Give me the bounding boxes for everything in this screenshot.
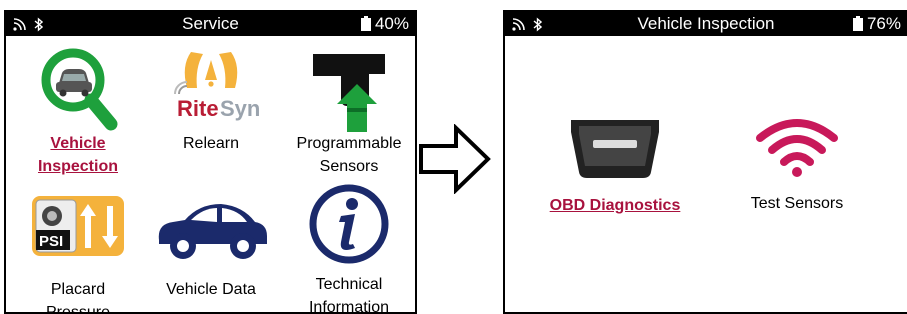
tile-label: OBD Diagnostics [549, 197, 681, 214]
svg-text:Rite: Rite [177, 96, 219, 121]
tile-relearn[interactable]: Rite Sync Relearn [146, 46, 276, 155]
psi-text: PSI [39, 233, 63, 250]
tile-programmable-sensors[interactable]: Programmable Sensors [282, 46, 415, 178]
tile-label: Relearn [182, 135, 240, 152]
ritesync-logo-icon: Rite Sync [174, 52, 261, 121]
obd-connector-icon [571, 120, 659, 178]
vehicle-inspection-screen: Vehicle Inspection 76% OBD Diagnostics T… [503, 10, 907, 314]
tile-technical-information[interactable]: Technical Information [282, 184, 415, 314]
car-icon [158, 204, 267, 259]
tile-label: Vehicle Inspection [37, 135, 118, 175]
magnifier-car-icon [41, 48, 118, 131]
wifi-signal-icon [756, 119, 838, 177]
status-bar: Vehicle Inspection 76% [505, 12, 907, 36]
screen-title: Service [182, 14, 239, 33]
tile-vehicle-inspection[interactable]: Vehicle Inspection [18, 46, 138, 178]
tile-test-sensors[interactable]: Test Sensors [737, 116, 857, 215]
tile-label: Technical Information [308, 276, 390, 314]
battery-level: 76% [866, 14, 901, 33]
psi-placard-icon: PSI [32, 196, 124, 256]
tile-label: Test Sensors [750, 195, 844, 212]
tile-label: Placard Pressure [45, 281, 111, 314]
tile-placard-pressure[interactable]: PSI Placard Pressure [18, 194, 138, 314]
service-screen: Service 40% Vehicle Inspection Rite Syn … [4, 10, 417, 314]
tile-label: Vehicle Data [166, 281, 256, 298]
screen-title: Vehicle Inspection [637, 14, 775, 33]
tile-label: Programmable Sensors [296, 135, 402, 175]
status-bar: Service 40% [6, 12, 415, 36]
sensor-program-icon [313, 54, 385, 132]
arrow-right-icon [419, 124, 491, 194]
battery-level: 40% [374, 14, 409, 33]
info-icon [309, 184, 389, 264]
tile-vehicle-data[interactable]: Vehicle Data [146, 194, 276, 301]
battery-icon [360, 15, 371, 31]
battery-icon [852, 15, 863, 31]
tile-obd-diagnostics[interactable]: OBD Diagnostics [549, 116, 681, 217]
svg-text:Sync: Sync [220, 96, 261, 121]
